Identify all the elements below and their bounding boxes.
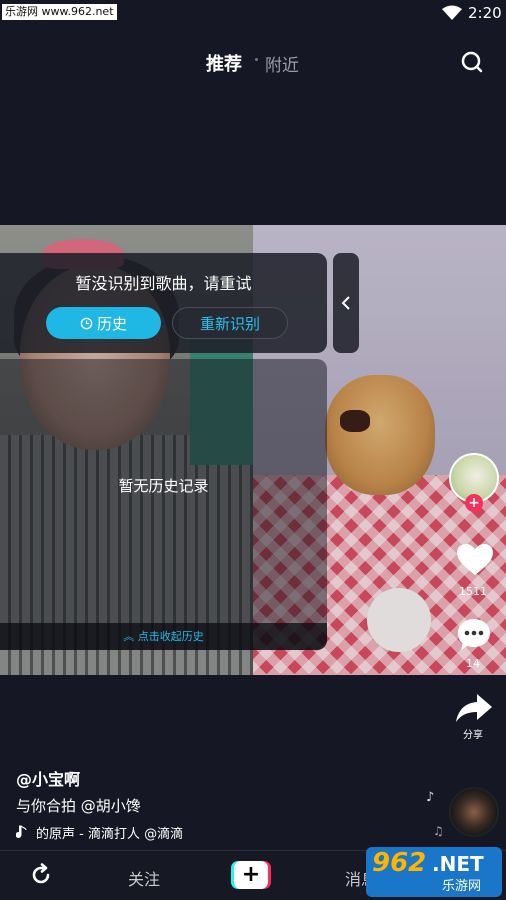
nav-follow[interactable]: 关注 [128, 866, 160, 890]
watermark-text: 乐游网 www.962.net [2, 4, 117, 20]
comment-icon[interactable] [455, 616, 493, 654]
floating-note-icon-small: ♫ [433, 824, 444, 838]
collapse-history-label: 点击收起历史 [137, 630, 204, 643]
author-name[interactable]: @小宝啊 [16, 766, 80, 790]
collapse-panel-button[interactable] [333, 253, 359, 353]
music-title: 的原声 - 滴滴打人 @滴滴 [36, 826, 184, 842]
music-info[interactable]: 的原声 - 滴滴打人 @滴滴 [16, 823, 212, 841]
share-label: 分享 [463, 730, 483, 741]
floating-note-icon: ♪ [426, 790, 435, 805]
retry-button[interactable]: 重新识别 [172, 307, 288, 339]
collapse-history-button[interactable]: ︽ 点击收起历史 [0, 623, 327, 650]
tab-separator [255, 58, 258, 61]
recognition-panel: 暂没识别到歌曲，请重试 历史 重新识别 [0, 253, 327, 353]
logo-net: .NET [432, 852, 484, 876]
status-bar: 乐游网 www.962.net 2:20 [0, 0, 506, 26]
top-tabs: 推荐 附近 [0, 50, 506, 76]
heart-icon[interactable] [456, 543, 494, 577]
logo-number: 962 [372, 848, 427, 878]
comment-count: 14 [466, 657, 480, 670]
clock-icon [80, 317, 93, 329]
logo-name: 乐游网 [442, 879, 482, 894]
music-note-icon [16, 825, 27, 838]
chevron-left-icon [341, 296, 350, 310]
share-icon[interactable] [455, 692, 493, 724]
clock: 2:20 [468, 4, 502, 22]
video-description: 与你合拍 @胡小馋 [16, 797, 141, 815]
site-logo: 962 .NET 乐游网 [366, 847, 502, 897]
music-disc[interactable] [449, 787, 499, 837]
history-panel: 暂无历史记录 ︽ 点击收起历史 [0, 359, 327, 650]
refresh-icon[interactable] [29, 863, 53, 887]
like-count: 1511 [459, 585, 487, 598]
search-icon[interactable] [460, 50, 484, 74]
tab-nearby[interactable]: 附近 [265, 51, 299, 76]
retry-button-label: 重新识别 [199, 314, 260, 333]
tab-recommend[interactable]: 推荐 [206, 50, 242, 76]
recognition-message: 暂没识别到歌曲，请重试 [75, 274, 252, 293]
wifi-icon [442, 5, 462, 20]
history-empty-text: 暂无历史记录 [118, 477, 209, 495]
follow-plus-icon[interactable]: + [465, 494, 483, 512]
chevron-up-icon: ︽ [123, 630, 135, 643]
history-button-label: 历史 [96, 314, 127, 333]
create-button[interactable]: + [234, 861, 268, 889]
history-button[interactable]: 历史 [46, 307, 161, 339]
